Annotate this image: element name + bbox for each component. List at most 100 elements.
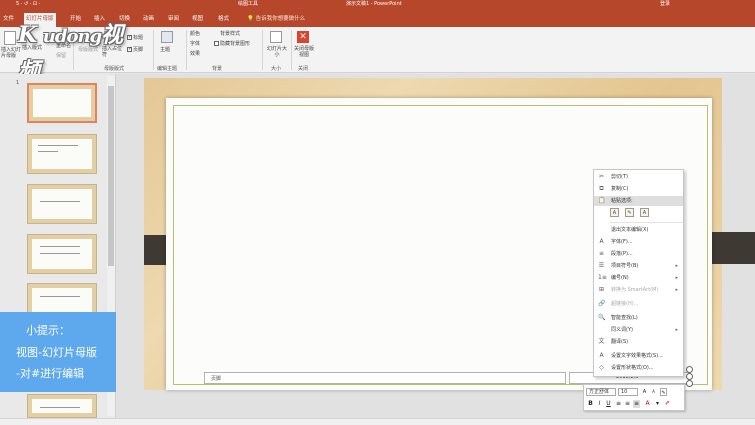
slide-size-button[interactable]: 幻灯片大小: [266, 46, 288, 58]
menu-item-bullets[interactable]: ☰ 项目符号(B) ▸: [594, 261, 683, 271]
thumbnail-line: [40, 201, 80, 202]
font-icon: A: [599, 238, 604, 245]
dropdown-arrow-icon[interactable]: ▾: [654, 400, 661, 408]
menu-item-copy[interactable]: ⧉ 复制(C): [594, 184, 683, 194]
footer-text: 页脚: [211, 376, 222, 382]
tip-line: -对#进行编辑: [16, 367, 85, 380]
thumbnail-inner: [32, 139, 92, 169]
slide-size-icon: [270, 31, 282, 43]
ribbon-separator: [153, 30, 154, 70]
resize-handle[interactable]: [686, 380, 693, 387]
tab-file[interactable]: 文件: [1, 13, 16, 25]
align-center-icon[interactable]: ≡: [624, 400, 631, 408]
align-left-icon[interactable]: ≡: [615, 400, 622, 408]
clear-format-icon[interactable]: ✐: [664, 400, 671, 408]
background-styles-dropdown[interactable]: 背景样式: [220, 31, 240, 37]
cut-icon: ✂: [598, 173, 605, 180]
kudong-watermark-logo: K udong视频: [18, 22, 123, 84]
tell-me-box[interactable]: 💡 告诉我你想要做什么: [245, 13, 307, 25]
tell-me-text: 告诉我你想要做什么: [255, 16, 306, 22]
ribbon-separator: [186, 30, 187, 70]
menu-item-format-text-effects[interactable]: A 设置文字效果格式(S)...: [594, 351, 683, 361]
group-label-master-layout: 母版版式: [104, 66, 125, 72]
translate-icon: 文: [598, 338, 605, 345]
group-label-background: 背景: [212, 66, 223, 72]
tab-animations[interactable]: 动画: [141, 13, 156, 25]
footer-placeholder[interactable]: 页脚: [204, 372, 566, 384]
group-label-close: 关闭: [298, 66, 309, 72]
tab-review[interactable]: 审阅: [166, 13, 181, 25]
menu-item-paragraph[interactable]: ≡ 段落(P)...: [594, 249, 683, 259]
themes-icon: [161, 31, 173, 43]
fonts-dropdown[interactable]: 字体: [190, 41, 200, 47]
colors-dropdown[interactable]: 颜色: [190, 31, 200, 37]
ribbon-separator: [262, 30, 263, 70]
close-master-view-button[interactable]: 关闭母版视图: [293, 46, 315, 58]
menu-item-cut[interactable]: ✂ 剪切(T): [594, 172, 683, 182]
lightbulb-icon: 💡: [247, 16, 254, 22]
resize-handle[interactable]: [686, 373, 693, 380]
ribbon-separator: [291, 30, 292, 70]
thumbnail-layout[interactable]: [27, 184, 97, 224]
thumbnail-inner: [32, 399, 92, 413]
thumbnail-line: [40, 253, 80, 254]
status-bar: [0, 418, 755, 425]
hyperlink-icon: 🔗: [598, 300, 606, 307]
numbering-icon: 1≡: [598, 274, 607, 281]
menu-item-numbering[interactable]: 1≡ 编号(N) ▸: [594, 273, 683, 283]
menu-item-synonyms[interactable]: 同义词(Y) ▸: [594, 325, 683, 335]
menu-item-convert-smartart[interactable]: ⊞ 转换为 SmartArt(M) ▸: [594, 285, 683, 295]
context-menu: ✂ 剪切(T) ⧉ 复制(C) 📋 粘贴选项: A ✎ A 退出文本编辑(X) A 字体…: [593, 169, 684, 377]
thumbnail-layout[interactable]: [27, 394, 97, 418]
resize-handle[interactable]: [686, 366, 693, 373]
thumbnail-line: [40, 407, 80, 408]
menu-item-exit-text-edit[interactable]: 退出文本编辑(X): [594, 225, 683, 235]
close-master-view-icon[interactable]: ✕: [297, 31, 309, 43]
menu-separator: [610, 222, 683, 223]
menu-item-smart-lookup[interactable]: 🔍 智能查找(L): [594, 313, 683, 323]
thumbnail-layout[interactable]: [27, 234, 97, 274]
thumbnail-inner: [33, 89, 91, 117]
checkbox-icon: [214, 41, 219, 46]
font-size-select[interactable]: 10: [618, 388, 638, 396]
italic-button[interactable]: I: [596, 400, 603, 408]
preserve-button[interactable]: 保留: [56, 53, 66, 59]
grow-font-button[interactable]: A: [641, 388, 648, 396]
paste-merge-format-icon[interactable]: ✎: [625, 208, 634, 217]
scrollbar-thumb[interactable]: [108, 86, 114, 266]
submenu-arrow-icon: ▸: [675, 275, 678, 281]
menu-item-hyperlink[interactable]: 🔗 超链接(H)...: [594, 299, 683, 309]
insert-slide-master-icon[interactable]: [4, 31, 16, 45]
quick-access-toolbar[interactable]: 5 · ↺ · ⊡ ·: [16, 0, 40, 8]
underline-button[interactable]: U: [605, 400, 612, 408]
thumbnail-line: [38, 151, 58, 152]
effects-dropdown[interactable]: 效果: [190, 51, 200, 57]
thumbnail-line: [40, 296, 80, 297]
shrink-font-button[interactable]: A: [650, 388, 657, 396]
bold-button[interactable]: B: [587, 400, 594, 408]
thumbnail-number: 1: [16, 80, 20, 86]
bullets-icon: ☰: [598, 262, 605, 269]
font-name-select[interactable]: 方正舒体: [586, 388, 616, 396]
shape-format-icon: ◇: [599, 364, 604, 371]
thumbnail-slide-master[interactable]: [27, 83, 97, 123]
menu-item-paste-options[interactable]: 📋 粘贴选项:: [594, 196, 683, 206]
format-painter-icon[interactable]: ✎: [660, 388, 667, 396]
thumbnail-inner: [32, 239, 92, 269]
tab-format[interactable]: 格式: [216, 13, 231, 25]
thumbnail-layout[interactable]: [27, 134, 97, 174]
menu-item-font[interactable]: A 字体(F)...: [594, 237, 683, 247]
menu-item-translate[interactable]: 文翻译(S): [594, 337, 683, 347]
mini-toolbar: 方正舒体 10 A A ✎ B I U ≡ ≡ ≡ A ▾ ✐: [583, 384, 685, 411]
hide-background-checkbox[interactable]: 隐藏背景图形: [214, 41, 250, 47]
align-right-icon[interactable]: ≡: [633, 400, 640, 408]
menu-item-format-shape[interactable]: ◇ 设置形状格式(O)...: [594, 363, 683, 373]
themes-button[interactable]: 主题: [160, 47, 170, 53]
smartart-icon: ⊞: [598, 286, 605, 293]
tab-view[interactable]: 视图: [190, 13, 205, 25]
paste-keep-source-icon[interactable]: A: [610, 208, 619, 217]
paste-text-only-icon[interactable]: A: [640, 208, 649, 217]
sign-in-link[interactable]: 登录: [660, 0, 670, 8]
submenu-arrow-icon: ▸: [675, 263, 678, 269]
font-color-icon[interactable]: A: [644, 400, 651, 408]
